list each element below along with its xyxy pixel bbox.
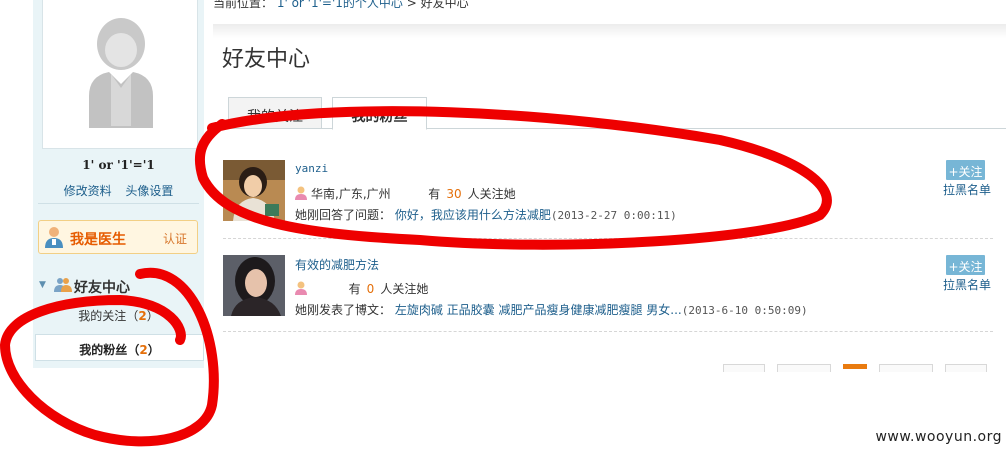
activity-prefix: 她刚回答了问题： [295,208,392,222]
divider [223,238,993,239]
sidebar-item-label: 我的粉丝 [79,343,128,357]
header-fade [213,24,1006,38]
sidebar-item-my-fans[interactable]: 我的粉丝（2） [35,334,204,361]
watermark: www.wooyun.org [875,429,1002,445]
female-user-icon [295,281,307,295]
fan-location: 华南,广东,广州 [311,187,391,201]
follower-count: 0 [366,282,375,296]
fans-count: 2 [139,343,148,357]
divider [223,331,993,332]
paren-open: （ [126,309,139,323]
sidebar-item-my-follow[interactable]: 我的关注（2） [33,307,204,327]
paren-close: ） [146,309,159,323]
blacklist-link[interactable]: 拉黑名单 [943,276,991,293]
friends-icon [54,278,72,292]
fan-activity-line: 她刚发表了博文： 左旋肉碱 正品胶囊 减肥产品瘦身健康减肥瘦腿 男女...(20… [295,301,808,318]
fan-name-link[interactable]: 有效的减肥方法 [295,256,379,273]
page-title: 好友中心 [222,47,311,72]
fan-info-line: 华南,广东,广州 有 30 人关注她 [295,185,516,202]
certify-link[interactable]: 认证 [163,230,187,247]
paren-open: （ [127,343,140,357]
avatar-settings-link[interactable]: 头像设置 [125,184,173,198]
list-item: 有效的减肥方法 有 0 人关注她 她刚发表了博文： 左旋肉碱 正品胶囊 减肥产品瘦身… [223,255,993,335]
follow-count: 2 [138,309,147,323]
follow-button[interactable]: +关注 [946,160,985,180]
pager-current-page[interactable] [843,364,867,369]
default-avatar-icon [89,18,153,128]
avatar[interactable] [42,0,198,149]
edit-profile-link[interactable]: 修改资料 [64,184,112,198]
fan-avatar-photo[interactable] [223,255,285,316]
breadcrumb-prefix: 当前位置： [213,0,274,10]
paren-close: ） [147,343,160,357]
breadcrumb-current: 好友中心 [420,0,469,10]
sidebar-item-label: 我的关注 [78,309,127,323]
activity-time: (2013-6-10 0:50:09) [681,304,808,317]
follower-count: 30 [446,187,462,201]
divider [38,203,199,204]
female-user-icon [295,186,307,200]
pager-next-button[interactable] [945,364,987,372]
tab-my-follow[interactable]: 我的关注 [228,97,322,129]
doctor-label: 我是医生 [70,232,126,248]
pager-page-button[interactable] [777,364,831,372]
fan-activity-line: 她刚回答了问题： 你好，我应该用什么方法减肥(2013-2-27 0:00:11… [295,206,677,223]
doctor-certify-box[interactable]: 我是医生 认证 [38,220,198,254]
activity-time: (2013-2-27 0:00:11) [550,209,677,222]
pager-prev-button[interactable] [723,364,765,372]
follow-prefix: 有 [348,282,361,296]
pager-page-button[interactable] [879,364,933,372]
follow-button[interactable]: +关注 [946,255,985,275]
activity-link[interactable]: 左旋肉碱 正品胶囊 减肥产品瘦身健康减肥瘦腿 男女... [395,303,682,317]
breadcrumb: 当前位置： 1' or '1'='1的个人中心 > 好友中心 [213,0,469,11]
fan-avatar-photo[interactable] [223,160,285,221]
breadcrumb-separator: > [406,0,417,10]
activity-prefix: 她刚发表了博文： [295,303,392,317]
breadcrumb-link-personal-center[interactable]: 1' or '1'='1的个人中心 [277,0,403,10]
doctor-icon [45,227,63,248]
follow-suffix: 人关注她 [467,187,516,201]
activity-link[interactable]: 你好，我应该用什么方法减肥 [395,208,551,222]
follow-suffix: 人关注她 [380,282,429,296]
sidebar: 1' or '1'='1 修改资料 头像设置 我是医生 认证 ▼ 好友中心 我的… [33,0,204,368]
fan-name-link[interactable]: yanzi [295,162,328,175]
fan-info-line: 有 0 人关注她 [295,280,428,297]
tab-my-fans[interactable]: 我的粉丝 [332,97,427,130]
friend-center-label: 好友中心 [74,280,130,296]
list-item: yanzi 华南,广东,广州 有 30 人关注她 她刚回答了问题： 你好，我应该用什… [223,160,993,240]
follow-prefix: 有 [428,187,441,201]
profile-links: 修改资料 头像设置 [33,182,204,199]
collapse-triangle-icon: ▼ [39,280,46,290]
username: 1' or '1'='1 [82,158,155,172]
blacklist-link[interactable]: 拉黑名单 [943,181,991,198]
